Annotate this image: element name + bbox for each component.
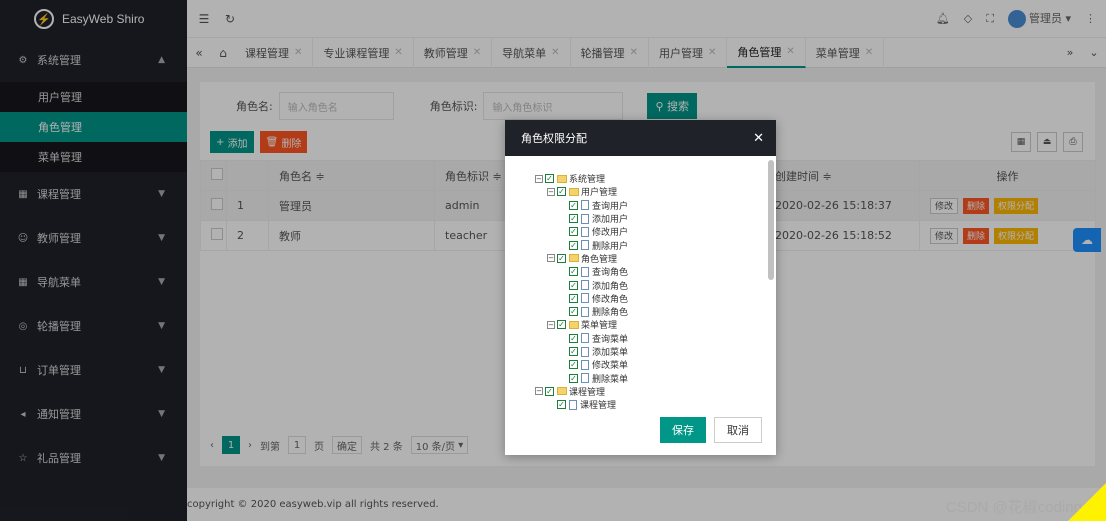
tree-node[interactable]: ✓ 查询菜单 bbox=[535, 332, 767, 345]
tree-node[interactable]: ✓ 修改用户 bbox=[535, 225, 767, 238]
checkbox[interactable]: ✓ bbox=[569, 347, 578, 356]
collapse-icon[interactable]: − bbox=[547, 187, 555, 196]
tree-node-label: 角色管理 bbox=[581, 254, 618, 265]
permission-tree: − ✓ 系统管理 − ✓ 用户管理 ✓ 查询用户 ✓ 添加用户 ✓ 修改用户 ✓ 删除用户 − ✓ 角色管理 ✓ 查… bbox=[535, 172, 767, 412]
tree-node-label: 删除角色 bbox=[592, 308, 629, 319]
dialog-header: 角色权限分配 ✕ bbox=[505, 120, 776, 156]
checkbox[interactable]: ✓ bbox=[545, 386, 554, 396]
checkbox[interactable]: ✓ bbox=[557, 187, 566, 197]
tree-node-label: 系统管理 bbox=[569, 175, 606, 186]
folder-icon bbox=[569, 187, 579, 196]
permission-dialog: 角色权限分配 ✕ − ✓ 系统管理 − ✓ 用户管理 ✓ 查询用户 ✓ 添加用户 ✓ 修改用户 ✓ 删除用… bbox=[505, 120, 776, 455]
folder-icon bbox=[569, 254, 579, 263]
file-icon bbox=[581, 226, 589, 237]
collapse-icon[interactable]: − bbox=[535, 174, 543, 183]
collapse-icon[interactable]: − bbox=[535, 387, 543, 396]
file-icon bbox=[581, 346, 589, 357]
tree-node-label: 查询用户 bbox=[592, 201, 629, 212]
file-icon bbox=[581, 266, 589, 277]
checkbox[interactable]: ✓ bbox=[569, 200, 578, 210]
checkbox[interactable]: ✓ bbox=[569, 227, 578, 237]
tree-node[interactable]: ✓ 查询角色 bbox=[535, 265, 767, 278]
file-icon bbox=[581, 293, 589, 304]
tree-node-label: 添加用户 bbox=[592, 215, 629, 226]
checkbox[interactable]: ✓ bbox=[569, 267, 578, 277]
tree-node[interactable]: ✓ 添加用户 bbox=[535, 212, 767, 225]
collapse-icon[interactable]: − bbox=[547, 320, 555, 329]
tree-node[interactable]: ✓ 删除菜单 bbox=[535, 371, 767, 385]
file-icon bbox=[581, 333, 589, 344]
tree-node[interactable]: ✓ 修改角色 bbox=[535, 292, 767, 305]
tree-node-label: 修改角色 bbox=[592, 294, 629, 305]
tree-node[interactable]: ✓ 查询用户 bbox=[535, 199, 767, 212]
tree-node-label: 查询角色 bbox=[592, 268, 629, 279]
tree-node[interactable]: − ✓ 菜单管理 bbox=[535, 318, 767, 331]
tree-node[interactable]: ✓ 课程管理 bbox=[535, 398, 767, 411]
checkbox[interactable]: ✓ bbox=[569, 240, 578, 250]
watermark: CSDN @花椒coding bbox=[945, 499, 1082, 516]
tree-node[interactable]: − ✓ 课程管理 bbox=[535, 385, 767, 398]
tree-node-label: 删除菜单 bbox=[592, 374, 629, 385]
tree-node-label: 删除用户 bbox=[592, 241, 629, 252]
tree-node[interactable]: ✓ 添加角色 bbox=[535, 278, 767, 292]
tree-node-label: 查询菜单 bbox=[592, 334, 629, 345]
file-icon bbox=[581, 280, 589, 291]
file-icon bbox=[569, 399, 577, 410]
file-icon bbox=[581, 200, 589, 211]
scrollbar[interactable] bbox=[768, 160, 774, 280]
tree-node-label: 用户管理 bbox=[581, 188, 618, 199]
corner-decoration bbox=[1068, 483, 1106, 521]
tree-node-label: 修改用户 bbox=[592, 228, 629, 239]
tree-node-label: 课程管理 bbox=[580, 401, 617, 412]
file-icon bbox=[581, 240, 589, 251]
checkbox[interactable]: ✓ bbox=[569, 373, 578, 383]
tree-node-label: 添加角色 bbox=[592, 281, 629, 292]
tree-node[interactable]: − ✓ 系统管理 bbox=[535, 172, 767, 185]
collapse-icon[interactable]: − bbox=[547, 254, 555, 263]
checkbox[interactable]: ✓ bbox=[545, 174, 554, 184]
tree-node-label: 添加菜单 bbox=[592, 348, 629, 358]
file-icon bbox=[581, 306, 589, 317]
dialog-title: 角色权限分配 bbox=[521, 132, 587, 145]
tree-node[interactable]: ✓ 删除用户 bbox=[535, 238, 767, 252]
tree-node[interactable]: ✓ 删除角色 bbox=[535, 305, 767, 318]
checkbox[interactable]: ✓ bbox=[557, 320, 566, 330]
save-button[interactable]: 保存 bbox=[660, 417, 706, 443]
checkbox[interactable]: ✓ bbox=[569, 333, 578, 343]
checkbox[interactable]: ✓ bbox=[557, 253, 566, 263]
checkbox[interactable]: ✓ bbox=[569, 293, 578, 303]
cancel-button[interactable]: 取消 bbox=[714, 417, 762, 443]
file-icon bbox=[581, 213, 589, 224]
close-icon[interactable]: ✕ bbox=[753, 131, 764, 146]
checkbox[interactable]: ✓ bbox=[569, 307, 578, 317]
file-icon bbox=[581, 373, 589, 384]
folder-icon bbox=[557, 174, 567, 183]
tree-node[interactable]: ✓ 添加菜单 bbox=[535, 345, 767, 358]
file-icon bbox=[581, 359, 589, 370]
folder-icon bbox=[557, 387, 567, 396]
tree-node[interactable]: ✓ 修改菜单 bbox=[535, 358, 767, 371]
checkbox[interactable]: ✓ bbox=[569, 360, 578, 370]
tree-node-label: 课程管理 bbox=[569, 387, 606, 398]
tree-node[interactable]: − ✓ 用户管理 bbox=[535, 185, 767, 198]
tree-node[interactable]: − ✓ 角色管理 bbox=[535, 252, 767, 265]
tree-node-label: 修改菜单 bbox=[592, 361, 629, 372]
tree-node-label: 菜单管理 bbox=[581, 321, 618, 332]
checkbox[interactable]: ✓ bbox=[569, 280, 578, 290]
checkbox[interactable]: ✓ bbox=[569, 214, 578, 224]
folder-icon bbox=[569, 320, 579, 329]
checkbox[interactable]: ✓ bbox=[557, 400, 566, 410]
